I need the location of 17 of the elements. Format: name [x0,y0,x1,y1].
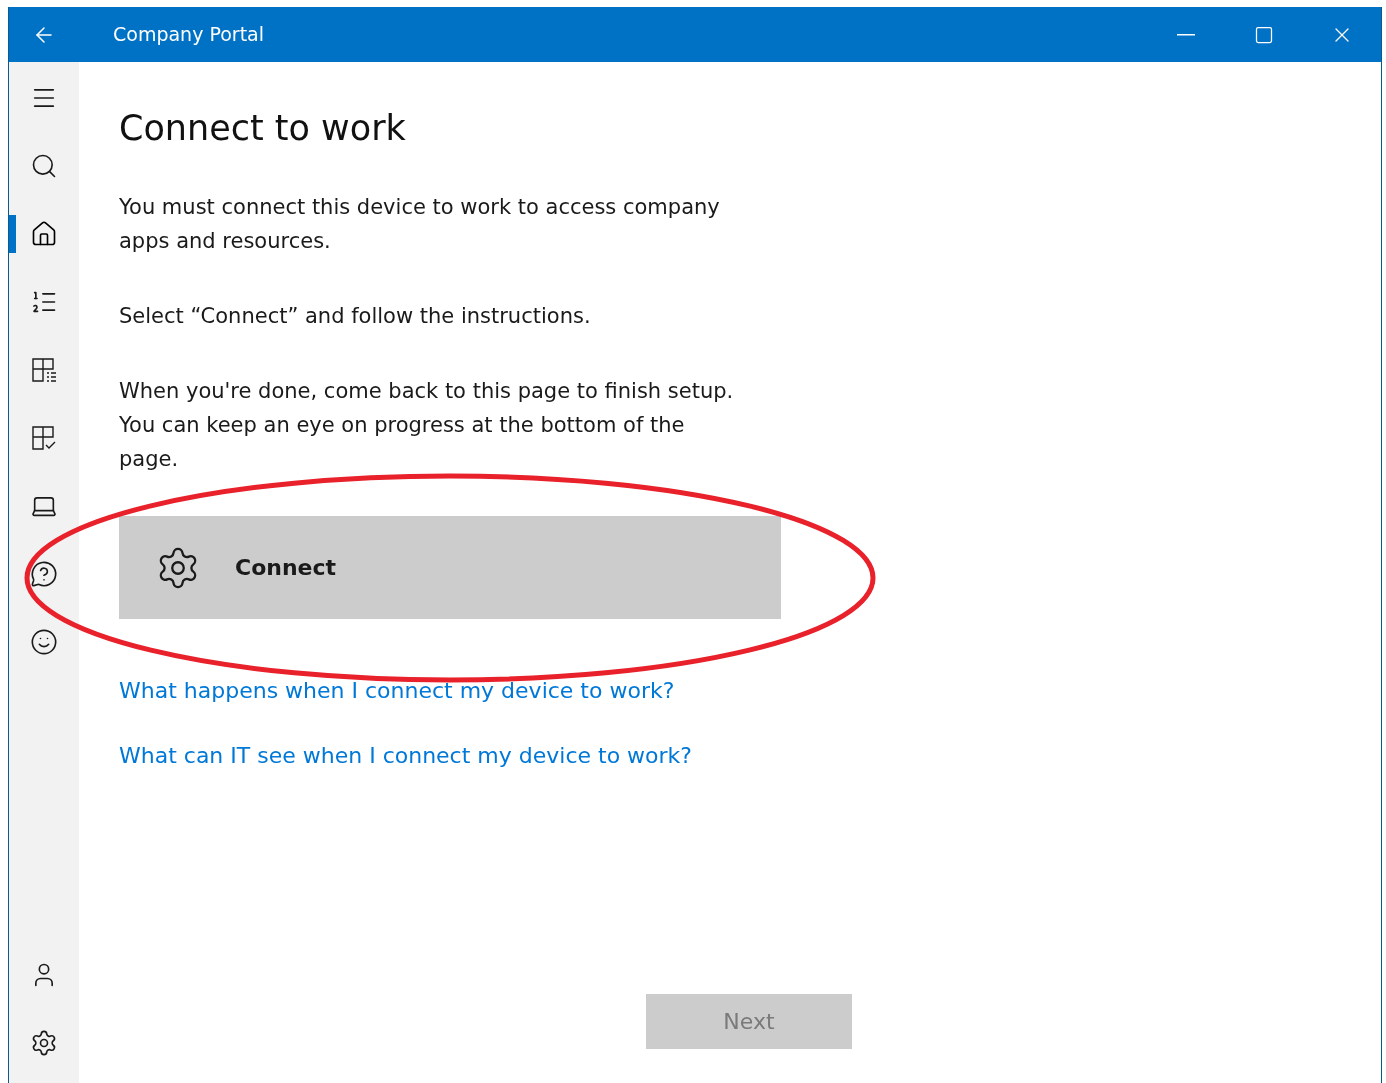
page-title: Connect to work [119,107,407,150]
help-link[interactable]: What can IT see when I connect my device to work? [119,738,1341,773]
minimize-icon [1177,33,1195,36]
help-chat-icon [30,560,58,588]
help-link[interactable]: What happens when I connect my device to work? [119,673,1341,708]
instruction-text: Select “Connect” and follow the instructions. [119,303,592,330]
maximize-icon [1254,24,1274,45]
settings-icon [30,1029,58,1057]
search-icon [30,152,58,180]
smiley-icon [30,628,58,656]
grid-check-icon [30,424,58,452]
window-title: Company Portal [113,22,265,48]
instruction-text: You must connect this device to work to access company apps and resources. [119,194,721,255]
grid-list-icon [30,356,58,384]
connect-button[interactable]: Connect [119,516,781,619]
home-icon [30,220,58,248]
instruction-text: When you're done, come back to this page to finish setup. You can keep an eye on progress at the bottom of the page. [119,378,735,473]
